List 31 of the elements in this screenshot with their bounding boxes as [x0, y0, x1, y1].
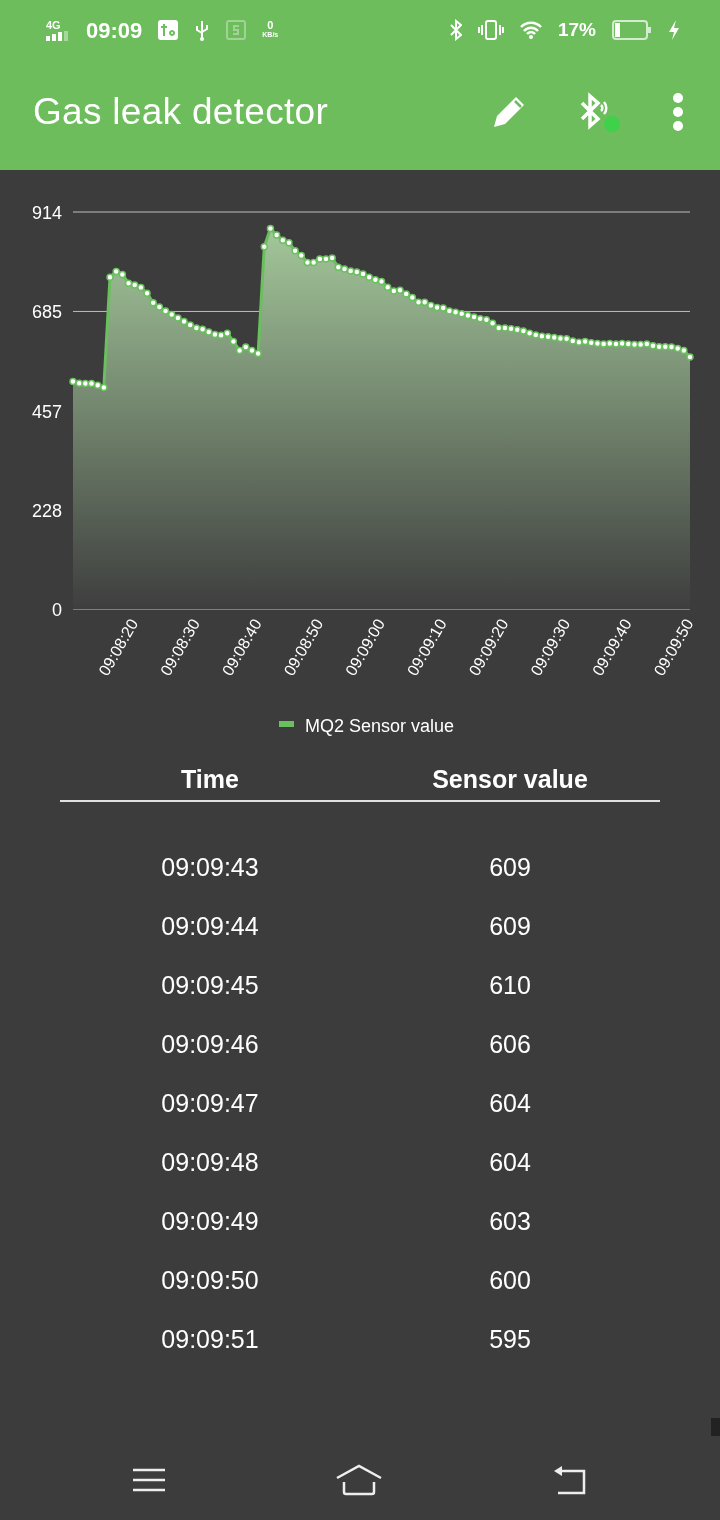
table-cell: 09:09:49 [161, 1206, 259, 1235]
table-cell: 09:09:44 [161, 911, 259, 940]
speed-value: 0 [267, 21, 274, 30]
table-cell: 604 [489, 1147, 531, 1176]
table-cell: 606 [489, 1029, 531, 1058]
table-cell: 09:09:43 [161, 852, 259, 881]
app-title: Gas leak detector [33, 90, 329, 135]
network-type: 4G [46, 19, 61, 31]
table-cell: 609 [489, 911, 531, 940]
table-cell: 595 [489, 1324, 531, 1353]
table-cell: 609 [489, 852, 531, 881]
table-cell: 603 [489, 1206, 531, 1235]
table-cell: 09:09:47 [161, 1088, 259, 1117]
battery-percent: 17% [557, 17, 596, 42]
axis-label: 914 [31, 203, 62, 223]
table-cell: 09:09:46 [161, 1029, 259, 1058]
column-header: Sensor value [431, 764, 589, 796]
table-cell: 09:09:48 [161, 1147, 259, 1176]
legend-label: MQ2 Sensor value [305, 716, 455, 736]
axis-label: 457 [31, 401, 62, 422]
table-cell: 09:09:45 [161, 970, 259, 999]
table-cell: 09:09:51 [161, 1324, 259, 1353]
axis-label: 0 [52, 600, 62, 620]
axis-label: 228 [31, 500, 62, 521]
column-header: Time [180, 764, 240, 796]
axis-label: 685 [31, 302, 62, 323]
table-cell: 610 [489, 970, 531, 999]
table-cell: 09:09:50 [161, 1265, 259, 1294]
table-cell: 604 [489, 1088, 531, 1117]
table-cell: 600 [489, 1265, 531, 1294]
clock-time: 09:09 [86, 16, 143, 45]
